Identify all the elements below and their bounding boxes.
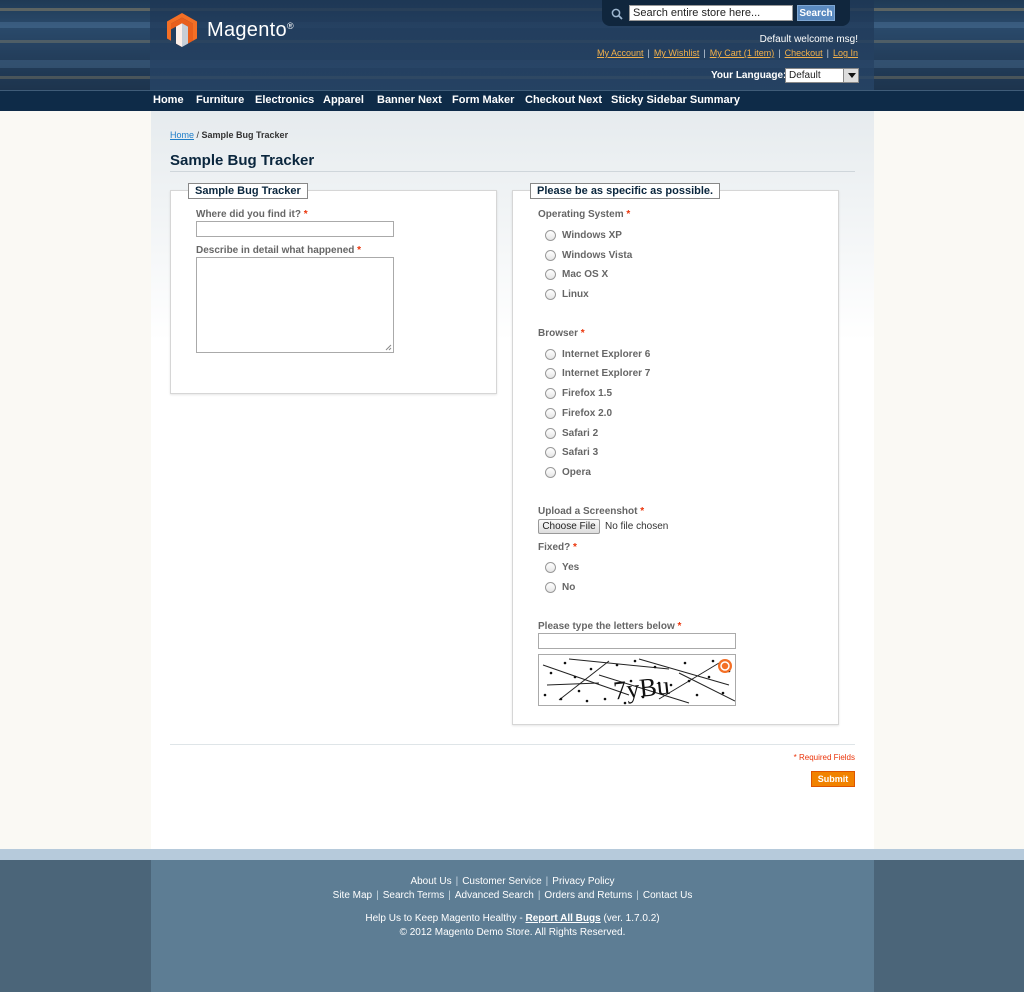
language-label: Your Language:	[711, 70, 787, 81]
logo-text: Magento®	[207, 18, 294, 41]
footer-link-orders-returns[interactable]: Orders and Returns	[544, 890, 632, 901]
title-divider	[170, 171, 855, 172]
language-select[interactable]: Default	[785, 68, 859, 83]
nav-banner-next[interactable]: Banner Next	[377, 94, 442, 106]
nav-form-maker[interactable]: Form Maker	[452, 94, 514, 106]
footer-links-row2: Site Map | Search Terms | Advanced Search | Or…	[332, 890, 693, 901]
breadcrumb-current: Sample Bug Tracker	[201, 130, 289, 140]
radio-button[interactable]	[545, 467, 556, 478]
nav-apparel[interactable]: Apparel	[323, 94, 364, 106]
form-footer-divider	[170, 744, 855, 745]
main-nav: Home Furniture Electronics Apparel Banne…	[0, 90, 1024, 111]
bug-tracker-legend: Sample Bug Tracker	[188, 183, 308, 199]
search-input[interactable]	[629, 5, 793, 21]
captcha-text: 7yBu	[612, 671, 671, 706]
browser-option[interactable]: Internet Explorer 7	[545, 368, 650, 379]
os-option[interactable]: Windows XP	[545, 230, 622, 241]
header-links: My Account | My Wishlist | My Cart (1 item) |…	[597, 48, 858, 58]
footer-link-privacy[interactable]: Privacy Policy	[552, 876, 614, 887]
captcha-noise: 7yBu	[542, 658, 735, 706]
checkout-link[interactable]: Checkout	[785, 48, 823, 58]
footer-links-row1: About Us | Customer Service | Privacy Policy	[410, 876, 615, 887]
resize-handle-icon[interactable]	[385, 344, 392, 351]
footer-help: Help Us to Keep Magento Healthy - Report…	[365, 913, 660, 924]
browser-option[interactable]: Firefox 1.5	[545, 388, 612, 399]
choose-file-button[interactable]: Choose File	[538, 519, 600, 534]
chevron-down-icon	[843, 69, 858, 82]
my-cart-link[interactable]: My Cart (1 item)	[710, 48, 775, 58]
footer-link-about[interactable]: About Us	[410, 876, 451, 887]
found-input[interactable]	[196, 221, 394, 237]
radio-button[interactable]	[545, 230, 556, 241]
page-title: Sample Bug Tracker	[170, 152, 315, 169]
footer-band	[0, 849, 1024, 860]
detail-textarea[interactable]	[196, 257, 394, 353]
captcha-image: 7yBu	[538, 654, 736, 706]
browser-option[interactable]: Safari 2	[545, 428, 598, 439]
radio-button[interactable]	[545, 388, 556, 399]
browser-option[interactable]: Internet Explorer 6	[545, 349, 650, 360]
radio-button[interactable]	[545, 562, 556, 573]
report-bugs-link[interactable]: Report All Bugs	[525, 913, 600, 924]
os-label: Operating System *	[538, 209, 631, 220]
radio-button[interactable]	[545, 349, 556, 360]
copyright: © 2012 Magento Demo Store. All Rights Re…	[399, 927, 626, 938]
footer-link-sitemap[interactable]: Site Map	[333, 890, 372, 901]
browser-label: Browser *	[538, 328, 585, 339]
radio-button[interactable]	[545, 269, 556, 280]
found-label: Where did you find it? *	[196, 209, 308, 220]
my-account-link[interactable]: My Account	[597, 48, 644, 58]
nav-electronics[interactable]: Electronics	[255, 94, 314, 106]
radio-button[interactable]	[545, 582, 556, 593]
radio-button[interactable]	[545, 408, 556, 419]
search-button[interactable]: Search	[797, 5, 835, 21]
fixed-label: Fixed? *	[538, 542, 577, 553]
browser-option[interactable]: Firefox 2.0	[545, 408, 612, 419]
nav-checkout-next[interactable]: Checkout Next	[525, 94, 602, 106]
browser-option[interactable]: Opera	[545, 467, 591, 478]
radio-button[interactable]	[545, 447, 556, 458]
search-icon	[611, 8, 623, 20]
browser-option[interactable]: Safari 3	[545, 447, 598, 458]
os-option[interactable]: Windows Vista	[545, 250, 632, 261]
footer-link-contact[interactable]: Contact Us	[643, 890, 692, 901]
upload-label: Upload a Screenshot *	[538, 506, 645, 517]
my-wishlist-link[interactable]: My Wishlist	[654, 48, 700, 58]
nav-furniture[interactable]: Furniture	[196, 94, 244, 106]
fixed-option-yes[interactable]: Yes	[545, 562, 579, 573]
radio-button[interactable]	[545, 368, 556, 379]
file-status: No file chosen	[605, 521, 669, 532]
breadcrumb-home-link[interactable]: Home	[170, 130, 194, 140]
radio-button[interactable]	[545, 289, 556, 300]
footer-link-advanced-search[interactable]: Advanced Search	[455, 890, 534, 901]
os-option[interactable]: Mac OS X	[545, 269, 608, 280]
magento-logo-icon	[167, 13, 197, 47]
breadcrumb: Home / Sample Bug Tracker	[170, 130, 289, 140]
detail-label: Describe in detail what happened *	[196, 245, 362, 256]
radio-button[interactable]	[545, 250, 556, 261]
os-option[interactable]: Linux	[545, 289, 589, 300]
radio-button[interactable]	[545, 428, 556, 439]
captcha-input[interactable]	[538, 633, 736, 649]
specific-legend: Please be as specific as possible.	[530, 183, 721, 199]
welcome-message: Default welcome msg!	[759, 34, 858, 45]
footer-link-search-terms[interactable]: Search Terms	[383, 890, 445, 901]
submit-button[interactable]: Submit	[811, 771, 855, 787]
nav-home[interactable]: Home	[153, 94, 184, 106]
login-link[interactable]: Log In	[833, 48, 858, 58]
footer-link-customer-service[interactable]: Customer Service	[462, 876, 541, 887]
language-value: Default	[789, 70, 821, 81]
nav-sticky-sidebar-summary[interactable]: Sticky Sidebar Summary	[611, 94, 740, 106]
fixed-option-no[interactable]: No	[545, 582, 575, 593]
captcha-label: Please type the letters below *	[538, 621, 682, 632]
logo[interactable]: Magento®	[167, 13, 294, 47]
required-fields-note: * Required Fields	[793, 753, 855, 762]
